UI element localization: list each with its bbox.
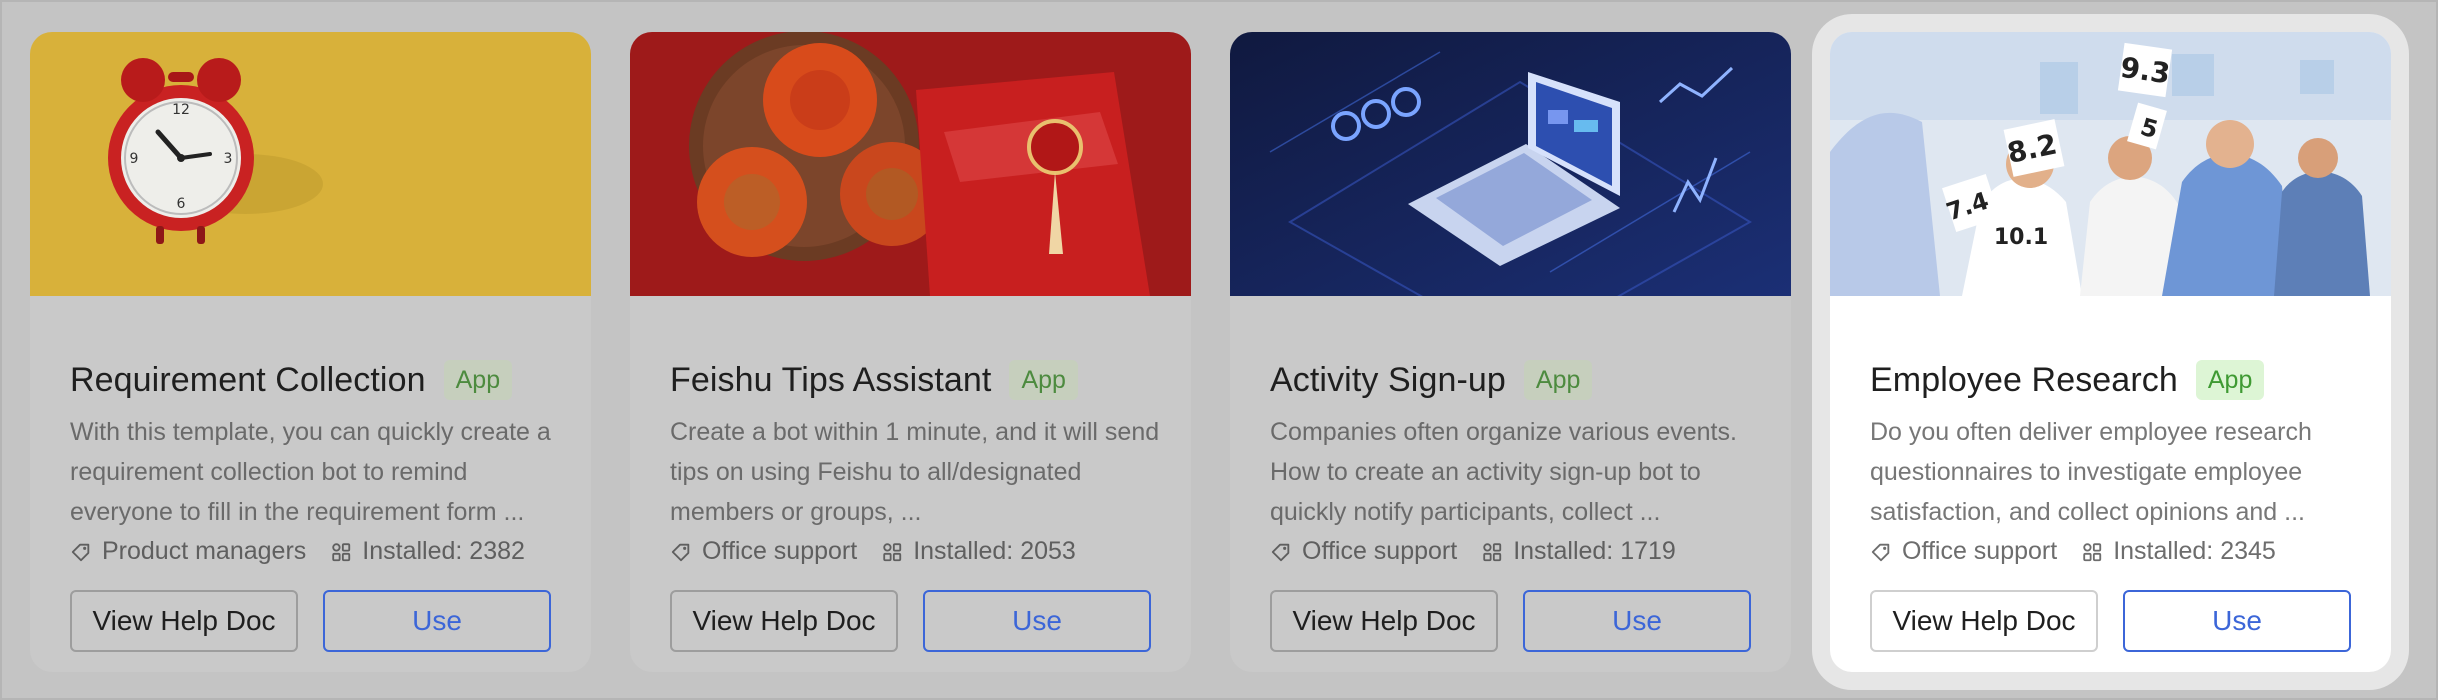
category-label: Office support (1302, 537, 1458, 565)
card-meta: Office support Installed: 2053 (670, 537, 1090, 566)
card-title: Activity Sign-up (1270, 360, 1506, 399)
installs-label: Installed: 2345 (2113, 537, 2276, 565)
card-meta: Office support Installed: 2345 (1870, 537, 2290, 566)
score-cards-image: 7.4 8.2 9.3 5 10.1 (1830, 32, 2391, 296)
grid-icon (881, 541, 903, 563)
laptop-data-image (1230, 32, 1791, 296)
category-group: Product managers (70, 537, 306, 566)
view-help-doc-button[interactable]: View Help Doc (1270, 590, 1498, 652)
use-button[interactable]: Use (1523, 590, 1751, 652)
card-description: Create a bot within 1 minute, and it wil… (670, 418, 1160, 526)
template-gallery: 12 3 6 9 Requirement Collection App With… (0, 0, 2438, 700)
card-description: With this template, you can quickly crea… (70, 418, 551, 526)
card-meta: Product managers Installed: 2382 (70, 537, 539, 566)
svg-text:3: 3 (224, 151, 233, 167)
card-title: Employee Research (1870, 360, 2178, 399)
installs-label: Installed: 1719 (1513, 537, 1676, 565)
use-button[interactable]: Use (2123, 590, 2351, 652)
category-label: Product managers (102, 537, 307, 565)
use-button[interactable]: Use (923, 590, 1151, 652)
category-group: Office support (1870, 537, 2057, 566)
grid-icon (1481, 541, 1503, 563)
card-title: Requirement Collection (70, 360, 426, 399)
tag-icon (1270, 541, 1292, 563)
installs-group: Installed: 2053 (881, 537, 1076, 566)
view-help-doc-button[interactable]: View Help Doc (670, 590, 898, 652)
card-title-row: Feishu Tips Assistant App (670, 360, 1078, 400)
svg-text:12: 12 (172, 102, 190, 118)
alarm-clock-image: 12 3 6 9 (30, 32, 591, 296)
category-label: Office support (1902, 537, 2058, 565)
grid-icon (330, 541, 352, 563)
category-group: Office support (1270, 537, 1457, 566)
installs-label: Installed: 2382 (362, 537, 525, 565)
template-card-activity-sign-up[interactable]: Activity Sign-up App Companies often org… (1230, 32, 1791, 672)
grid-icon (2081, 541, 2103, 563)
app-badge: App (1009, 360, 1078, 400)
card-description: Do you often deliver employee research q… (1870, 418, 2312, 526)
app-badge: App (2195, 360, 2265, 400)
installs-label: Installed: 2053 (913, 537, 1076, 565)
template-card-employee-research[interactable]: 7.4 8.2 9.3 5 10.1 Employee Research App… (1830, 32, 2391, 672)
score-card-10-1: 10.1 (1994, 225, 2048, 250)
card-meta: Office support Installed: 1719 (1270, 537, 1690, 566)
tag-icon (1870, 541, 1892, 563)
svg-text:9: 9 (130, 151, 139, 167)
installs-group: Installed: 2345 (2081, 537, 2276, 566)
template-card-requirement-collection[interactable]: 12 3 6 9 Requirement Collection App With… (30, 32, 591, 672)
category-label: Office support (702, 537, 858, 565)
view-help-doc-button[interactable]: View Help Doc (1870, 590, 2098, 652)
card-title: Feishu Tips Assistant (670, 360, 992, 399)
template-card-feishu-tips-assistant[interactable]: Feishu Tips Assistant App Create a bot w… (630, 32, 1191, 672)
installs-group: Installed: 1719 (1481, 537, 1676, 566)
tag-icon (670, 541, 692, 563)
app-badge: App (1523, 360, 1593, 400)
view-help-doc-button[interactable]: View Help Doc (70, 590, 298, 652)
score-card-9-3: 9.3 (2118, 51, 2172, 91)
tag-icon (70, 541, 92, 563)
category-group: Office support (670, 537, 857, 566)
card-title-row: Activity Sign-up App (1270, 360, 1593, 400)
svg-text:6: 6 (177, 196, 186, 212)
installs-group: Installed: 2382 (330, 537, 525, 566)
card-title-row: Requirement Collection App (70, 360, 513, 400)
app-badge: App (443, 360, 513, 400)
card-title-row: Employee Research App (1870, 360, 2265, 400)
persimmon-red-envelope-image (630, 32, 1191, 296)
use-button[interactable]: Use (323, 590, 551, 652)
card-description: Companies often organize various events.… (1270, 418, 1737, 526)
